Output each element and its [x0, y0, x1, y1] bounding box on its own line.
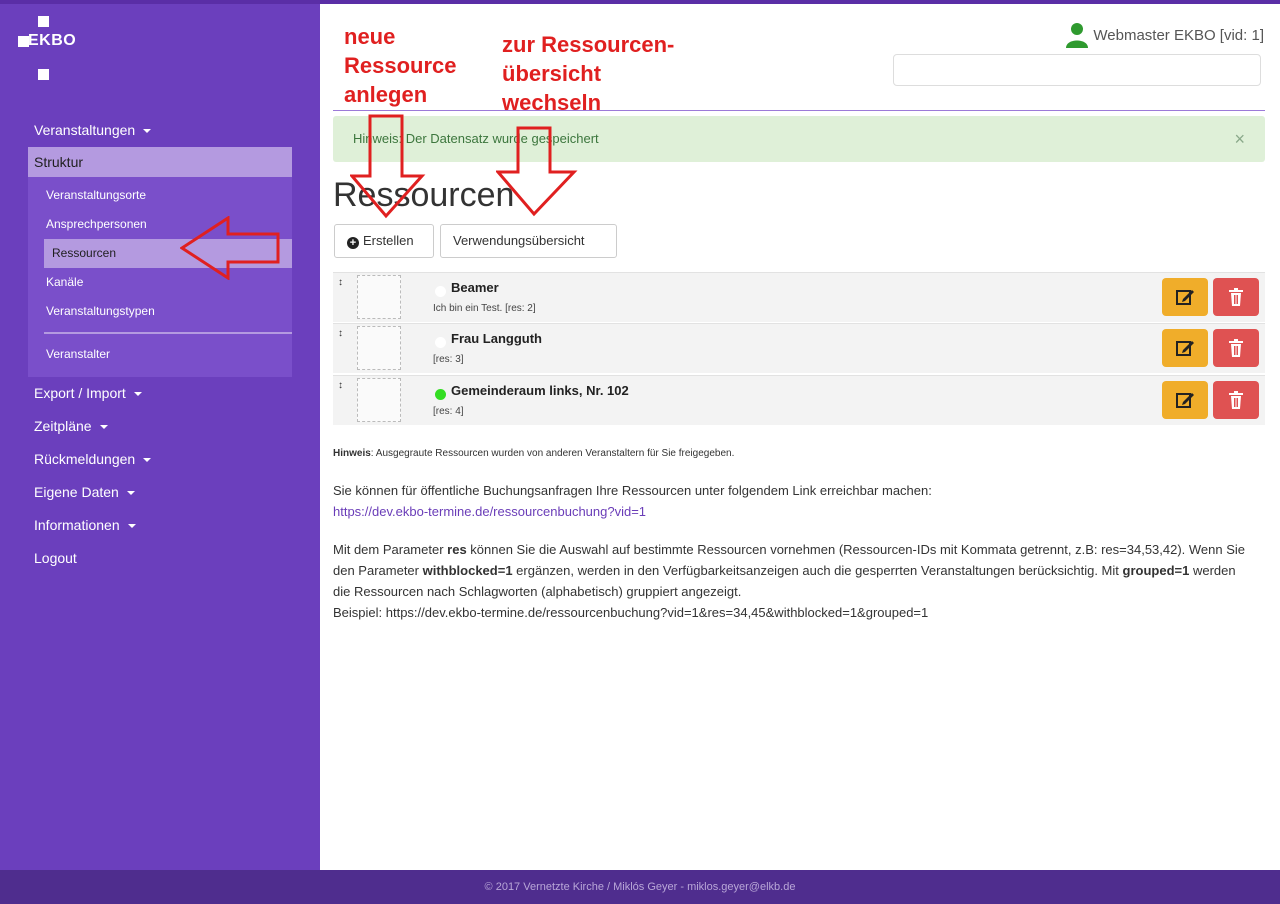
sidebar-item-logout[interactable]: Logout — [28, 542, 292, 575]
table-row: ↕ Gemeinderaum links, Nr. 102 [res: 4] — [333, 375, 1265, 425]
footer: © 2017 Vernetzte Kirche / Miklós Geyer -… — [0, 870, 1280, 904]
user-name: Webmaster EKBO [vid: 1] — [1093, 26, 1264, 44]
brand-name: EKBO — [28, 32, 77, 49]
usage-overview-label: Verwendungsübersicht — [453, 233, 585, 248]
annotation-arrow-left-icon — [180, 216, 280, 280]
sidebar-item-zeitplaene[interactable]: Zeitpläne — [28, 410, 292, 443]
caret-down-icon — [143, 129, 152, 134]
usage-overview-button[interactable]: Verwendungsübersicht — [440, 224, 617, 258]
param-res: res — [447, 542, 467, 557]
resource-image-placeholder[interactable] — [357, 378, 401, 422]
trash-icon — [1229, 339, 1243, 357]
hint-text: : Ausgegraute Ressourcen wurden von ande… — [370, 448, 735, 459]
sidebar-item-struktur[interactable]: Struktur — [28, 147, 292, 177]
param-text: Mit dem Parameter — [333, 542, 448, 557]
public-link-paragraph: Sie können für öffentliche Buchungsanfra… — [333, 480, 1253, 522]
param-text: ergänzen, werden in den Verfügbarkeitsan… — [512, 563, 1123, 578]
public-booking-link[interactable]: https://dev.ekbo-termine.de/ressourcenbu… — [333, 504, 646, 519]
sidebar-item-export-import[interactable]: Export / Import — [28, 377, 292, 410]
hint-paragraph: Hinweis: Ausgegraute Ressourcen wurden v… — [333, 447, 1253, 461]
example-text: Beispiel: https://dev.ekbo-termine.de/re… — [333, 605, 929, 620]
submenu-item-veranstaltungsorte[interactable]: Veranstaltungsorte — [28, 181, 292, 210]
create-button-label: Erstellen — [363, 233, 414, 248]
table-row: ↕ Frau Langguth [res: 3] — [333, 323, 1265, 373]
trash-icon — [1229, 391, 1243, 409]
delete-button[interactable] — [1213, 329, 1259, 367]
status-dot — [435, 286, 446, 297]
annotation-arrow-down-icon — [496, 126, 578, 217]
sidebar-item-rueckmeldungen[interactable]: Rückmeldungen — [28, 443, 292, 476]
submenu-item-veranstalter[interactable]: Veranstalter — [28, 340, 292, 369]
resource-name: Beamer — [451, 280, 499, 295]
public-link-text: Sie können für öffentliche Buchungsanfra… — [333, 483, 932, 498]
caret-down-icon — [127, 524, 136, 529]
drag-handle-icon[interactable]: ↕ — [338, 380, 343, 391]
create-button[interactable]: + Erstellen — [334, 224, 434, 258]
logo-square-icon — [38, 69, 49, 80]
main-content: neue Ressource anlegen zur Ressourcen- ü… — [320, 4, 1280, 870]
sidebar-item-label: Zeitpläne — [34, 418, 92, 434]
edit-button[interactable] — [1162, 278, 1208, 316]
resource-description: [res: 4] — [433, 406, 464, 417]
resource-description: Ich bin ein Test. [res: 2] — [433, 303, 536, 314]
search-input[interactable] — [893, 54, 1261, 86]
sidebar-item-informationen[interactable]: Informationen — [28, 509, 292, 542]
sidebar-item-label: Eigene Daten — [34, 484, 119, 500]
submenu-divider — [44, 332, 292, 334]
edit-icon — [1176, 393, 1194, 408]
hint-label: Hinweis — [333, 448, 371, 459]
param-grouped: grouped=1 — [1122, 563, 1190, 578]
resource-name: Gemeinderaum links, Nr. 102 — [451, 383, 629, 398]
edit-button[interactable] — [1162, 329, 1208, 367]
sidebar-item-label: Struktur — [34, 154, 84, 170]
drag-handle-icon[interactable]: ↕ — [338, 277, 343, 288]
success-alert: Hinweis: Der Datensatz wurde gespeichert… — [333, 116, 1265, 162]
logo-square-icon — [38, 16, 49, 27]
user-menu[interactable]: Webmaster EKBO [vid: 1] — [1065, 22, 1264, 48]
status-dot — [435, 389, 446, 400]
resource-image-placeholder[interactable] — [357, 326, 401, 370]
delete-button[interactable] — [1213, 381, 1259, 419]
annotation-arrow-down-icon — [350, 114, 426, 219]
plus-circle-icon: + — [347, 237, 359, 249]
resource-name: Frau Langguth — [451, 331, 542, 346]
edit-icon — [1176, 290, 1194, 305]
sidebar-item-veranstaltungen[interactable]: Veranstaltungen — [28, 114, 292, 147]
resource-description: [res: 3] — [433, 354, 464, 365]
delete-button[interactable] — [1213, 278, 1259, 316]
sidebar: EKBO Veranstaltungen Struktur Veranstalt… — [0, 4, 320, 870]
footer-text: © 2017 Vernetzte Kirche / Miklós Geyer -… — [484, 881, 796, 893]
param-withblocked: withblocked=1 — [422, 563, 513, 578]
edit-button[interactable] — [1162, 381, 1208, 419]
resource-image-placeholder[interactable] — [357, 275, 401, 319]
sidebar-item-eigene-daten[interactable]: Eigene Daten — [28, 476, 292, 509]
annotation-new-resource: neue Ressource anlegen — [344, 24, 457, 107]
drag-handle-icon[interactable]: ↕ — [338, 328, 343, 339]
status-dot — [435, 337, 446, 348]
trash-icon — [1229, 288, 1243, 306]
close-icon[interactable]: × — [1234, 116, 1245, 162]
header-divider — [333, 110, 1265, 111]
parameter-paragraph: Mit dem Parameter res können Sie die Aus… — [333, 539, 1253, 623]
edit-icon — [1176, 341, 1194, 356]
sidebar-item-label: Informationen — [34, 517, 120, 533]
caret-down-icon — [133, 392, 142, 397]
sidebar-item-label: Logout — [34, 550, 77, 566]
sidebar-nav: Veranstaltungen Struktur Veranstaltungso… — [28, 114, 292, 575]
annotation-overview: zur Ressourcen- übersicht wechseln — [502, 32, 675, 115]
caret-down-icon — [126, 491, 135, 496]
sidebar-item-label: Export / Import — [34, 385, 126, 401]
sidebar-item-label: Veranstaltungen — [34, 122, 136, 138]
caret-down-icon — [143, 458, 152, 463]
user-icon — [1066, 23, 1089, 48]
submenu-item-veranstaltungstypen[interactable]: Veranstaltungstypen — [28, 297, 292, 326]
sidebar-item-label: Rückmeldungen — [34, 451, 136, 467]
table-row: ↕ Beamer Ich bin ein Test. [res: 2] — [333, 272, 1265, 322]
caret-down-icon — [99, 425, 108, 430]
